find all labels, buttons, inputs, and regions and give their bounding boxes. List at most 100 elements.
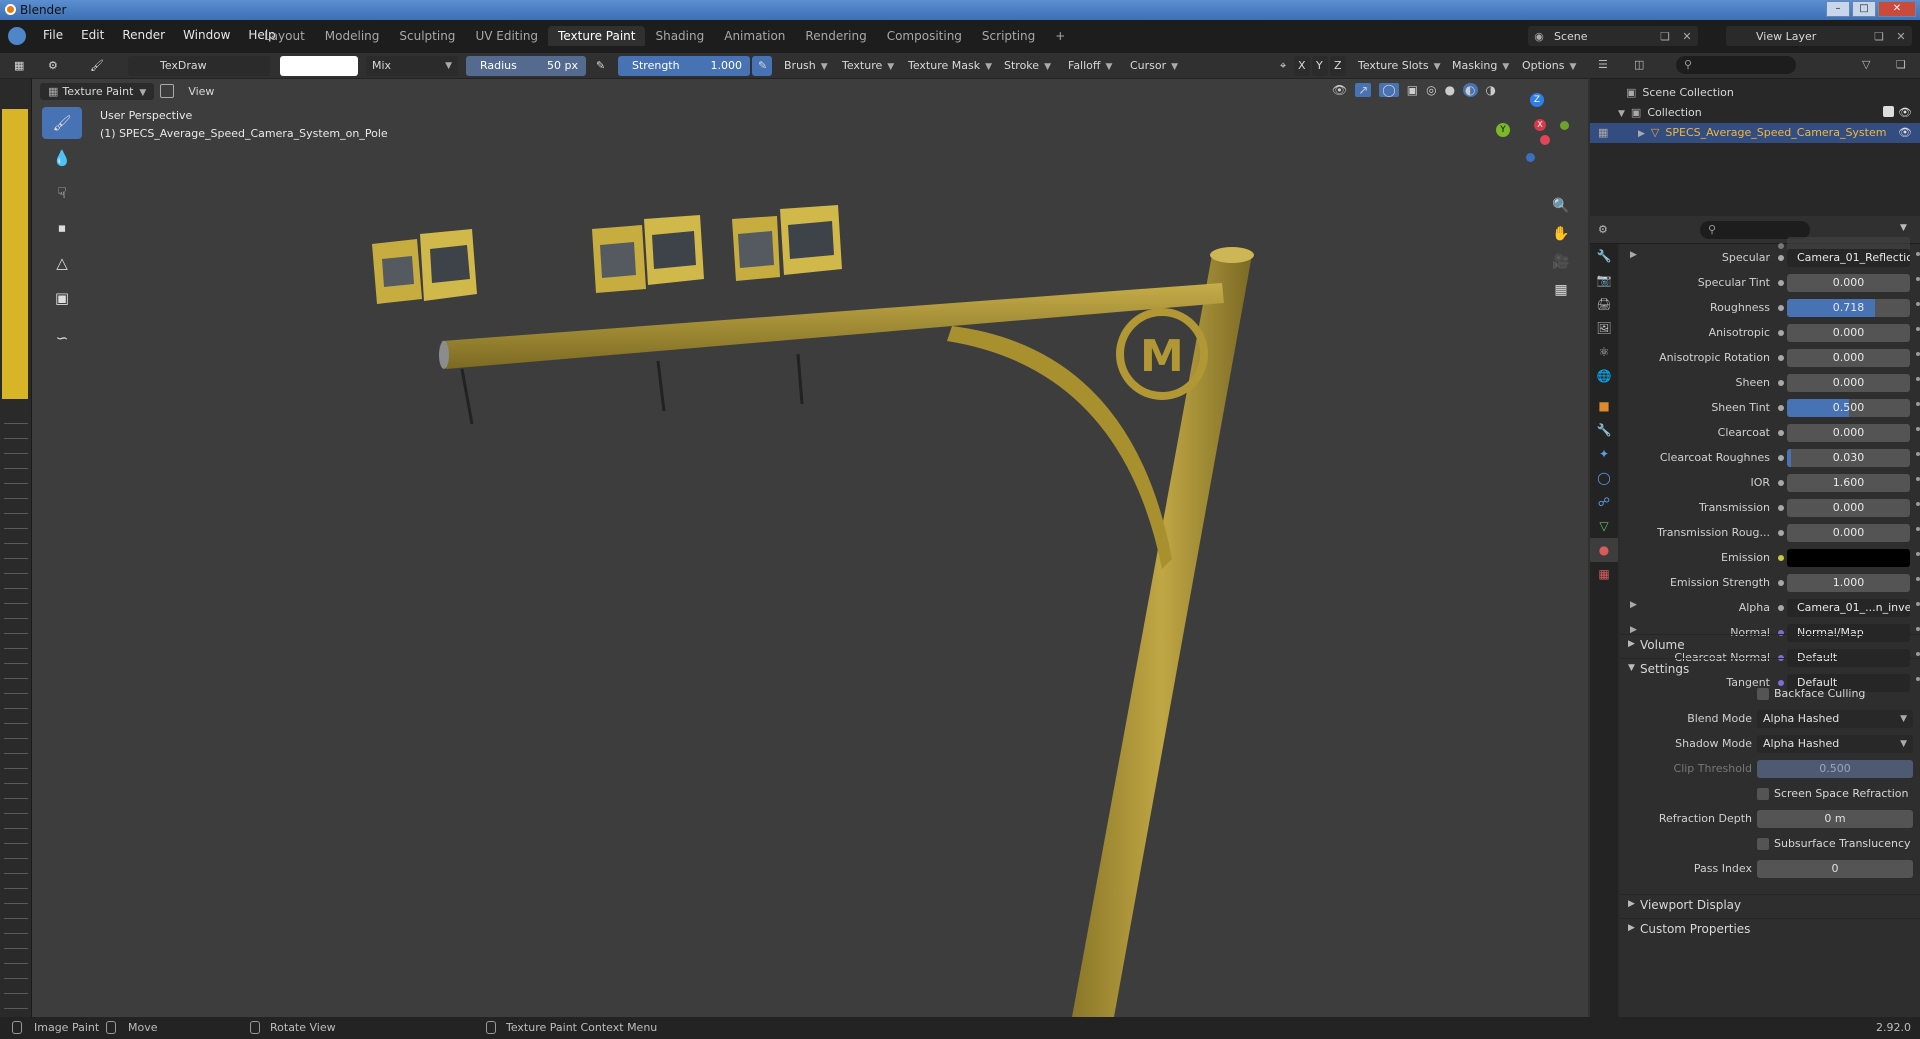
texture-mask-menu[interactable]: Texture Mask ▼ [902, 56, 998, 76]
refraction-depth-field[interactable]: 0 m [1757, 810, 1913, 828]
strength-pressure-icon[interactable]: ✎ [752, 56, 772, 76]
value-slider[interactable]: 0.000 [1787, 374, 1910, 392]
maximize-button[interactable]: □ [1852, 1, 1876, 17]
tab-animation[interactable]: Animation [714, 26, 795, 46]
blend-mode-select[interactable]: Alpha Hashed ▼ [1757, 710, 1913, 728]
modifiers-tab-icon[interactable]: 🔧 [1590, 418, 1618, 442]
gizmo-x-axis[interactable]: X [1534, 119, 1546, 131]
texture-tab-icon[interactable]: ▦ [1590, 562, 1618, 586]
symmetry-icon[interactable]: ⌖ [1274, 56, 1292, 76]
keyframe-dot[interactable] [1916, 627, 1920, 631]
view-layer-name[interactable]: View Layer [1726, 30, 1868, 43]
exclude-checkbox[interactable] [1883, 106, 1894, 117]
outliner-row-collection[interactable]: ▼ ▣ Collection 👁 [1590, 103, 1920, 123]
world-tab-icon[interactable]: 🌐 [1590, 364, 1618, 388]
tab-scripting[interactable]: Scripting [972, 26, 1045, 46]
socket-dot[interactable] [1778, 555, 1784, 561]
socket-dot[interactable] [1778, 580, 1784, 586]
section-volume[interactable]: ▶ Volume [1620, 634, 1920, 656]
socket-dot[interactable] [1778, 530, 1784, 536]
stroke-menu[interactable]: Stroke ▼ [998, 56, 1057, 76]
object-tab-icon[interactable]: ■ [1590, 394, 1618, 418]
tab-shading[interactable]: Shading [645, 26, 714, 46]
brush-menu[interactable]: Brush ▼ [778, 56, 834, 76]
cursor-menu[interactable]: Cursor ▼ [1124, 56, 1184, 76]
mirror-z-toggle[interactable]: Z [1330, 56, 1346, 76]
socket-dot[interactable] [1778, 405, 1784, 411]
view-layer-selector[interactable]: View Layer ❏ ✕ [1726, 26, 1912, 46]
new-view-layer-icon[interactable]: ❏ [1868, 30, 1890, 43]
keyframe-dot[interactable] [1916, 402, 1920, 406]
keyframe-dot[interactable] [1916, 452, 1920, 456]
close-button[interactable]: ✕ [1878, 1, 1916, 17]
strength-field[interactable]: Strength 1.000 [618, 56, 750, 76]
chevron-down-icon[interactable]: ▼ [1900, 223, 1907, 233]
keyframe-dot[interactable] [1916, 502, 1920, 506]
pan-hand-icon[interactable]: ✋ [1550, 223, 1572, 245]
keyframe-dot[interactable] [1916, 577, 1920, 581]
socket-dot[interactable] [1778, 280, 1784, 286]
gizmo-neg-y-dot[interactable] [1560, 121, 1569, 130]
value-slider[interactable]: 0.000 [1787, 499, 1910, 517]
socket-dot[interactable] [1778, 605, 1784, 611]
keyframe-dot[interactable] [1916, 527, 1920, 531]
linked-input-field[interactable]: Camera_01_Reflection.png [1787, 249, 1910, 267]
tab-sculpting[interactable]: Sculpting [389, 26, 465, 46]
expand-arrow-icon[interactable]: ▶ [1638, 129, 1645, 139]
section-viewport-display[interactable]: ▶ Viewport Display [1620, 894, 1920, 916]
material-tab-icon[interactable]: ● [1590, 538, 1618, 562]
brush-icon[interactable]: 🖌 [84, 56, 110, 76]
filter-icon[interactable]: ▽ [1862, 58, 1870, 71]
color-field[interactable] [1787, 549, 1910, 567]
expand-arrow-icon[interactable]: ▼ [1618, 109, 1625, 119]
clip-threshold-field[interactable]: 0.500 [1757, 760, 1913, 778]
value-slider[interactable]: 1.600 [1787, 474, 1910, 492]
socket-dot[interactable] [1778, 505, 1784, 511]
outliner-row-object[interactable]: ▦ ▶ ▽ SPECS_Average_Speed_Camera_System 👁 [1590, 123, 1920, 143]
remove-scene-icon[interactable]: ✕ [1676, 30, 1698, 43]
expand-arrow-icon[interactable]: ▶ [1630, 600, 1637, 610]
remove-view-layer-icon[interactable]: ✕ [1890, 30, 1912, 43]
texture-menu[interactable]: Texture ▼ [836, 56, 900, 76]
perspective-toggle-icon[interactable]: ▦ [1550, 279, 1572, 301]
navigation-gizmo[interactable]: Z Y X [1492, 93, 1572, 173]
section-settings[interactable]: ▼ Settings [1620, 658, 1920, 680]
socket-dot[interactable] [1778, 305, 1784, 311]
socket-dot[interactable] [1778, 480, 1784, 486]
new-collection-icon[interactable]: ❏ [1896, 58, 1906, 71]
brush-name-field[interactable]: TexDraw [128, 56, 270, 76]
zoom-icon[interactable]: 🔍 [1550, 195, 1572, 217]
data-tab-icon[interactable]: ▽ [1590, 514, 1618, 538]
shadow-mode-select[interactable]: Alpha Hashed ▼ [1757, 735, 1913, 753]
value-slider[interactable]: 0.500 [1787, 399, 1910, 417]
minimize-button[interactable]: – [1826, 1, 1850, 17]
scene-name[interactable]: Scene [1550, 30, 1654, 43]
constraints-tab-icon[interactable]: ☍ [1590, 490, 1618, 514]
scene-tab-icon[interactable]: ⚛ [1590, 340, 1618, 364]
mirror-y-toggle[interactable]: Y [1312, 56, 1328, 76]
socket-dot[interactable] [1778, 380, 1784, 386]
value-slider[interactable]: 0.000 [1787, 274, 1910, 292]
keyframe-dot[interactable] [1916, 352, 1920, 356]
socket-dot[interactable] [1778, 330, 1784, 336]
socket-dot[interactable] [1778, 255, 1784, 261]
texture-slots-menu[interactable]: Texture Slots ▼ [1352, 56, 1447, 76]
view-layer-tab-icon[interactable]: 🖼 [1590, 316, 1618, 340]
render-tab-icon[interactable]: 📷 [1590, 268, 1618, 292]
keyframe-dot[interactable] [1916, 602, 1920, 606]
screen-space-refraction-checkbox[interactable] [1757, 788, 1769, 800]
keyframe-dot[interactable] [1916, 377, 1920, 381]
expand-arrow-icon[interactable]: ▶ [1630, 250, 1637, 260]
keyframe-dot[interactable] [1916, 477, 1920, 481]
output-tab-icon[interactable]: 🖨 [1590, 292, 1618, 316]
masking-menu[interactable]: Masking ▼ [1446, 56, 1515, 76]
tab-texture-paint[interactable]: Texture Paint [548, 26, 646, 46]
keyframe-dot[interactable] [1916, 427, 1920, 431]
tool-settings-icon[interactable]: ⚙ [42, 56, 72, 76]
new-scene-icon[interactable]: ❏ [1654, 30, 1676, 43]
value-slider[interactable]: 0.000 [1787, 349, 1910, 367]
value-slider[interactable]: 1.000 [1787, 574, 1910, 592]
keyframe-dot[interactable] [1916, 252, 1920, 256]
blender-menu-icon[interactable] [8, 27, 26, 45]
value-slider[interactable]: 0.000 [1787, 324, 1910, 342]
